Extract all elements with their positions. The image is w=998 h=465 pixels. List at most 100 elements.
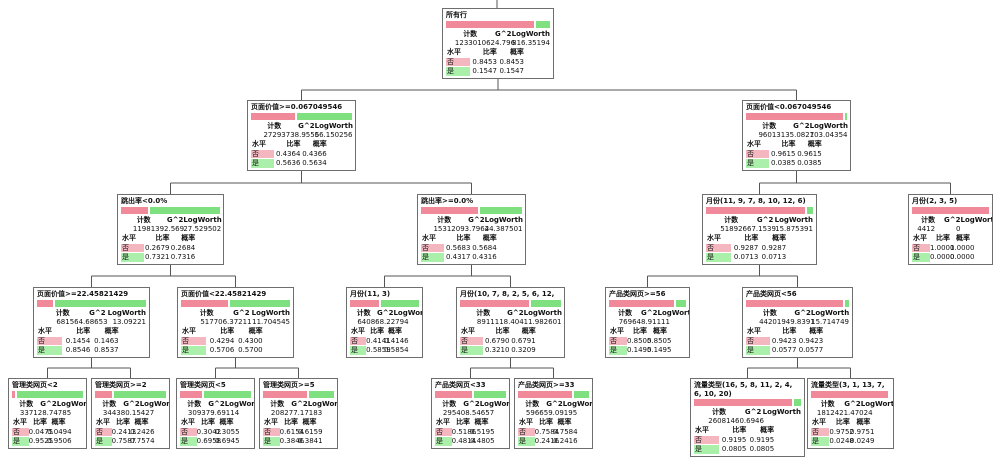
- count-label: 计数: [762, 309, 777, 317]
- g2-value: 1392.569: [150, 224, 185, 233]
- count-label: 计数: [267, 122, 282, 130]
- tree-node-n121[interactable]: 月份(11, 3)计数G^2LogWorth640868.22794水平比率概率…: [346, 287, 423, 358]
- rate-label: 比率: [220, 327, 235, 335]
- stats-header: 计数 G^2LogWorth: [350, 309, 422, 318]
- level-yes-label: 是: [446, 67, 470, 76]
- tree-node-n122[interactable]: 月份(10, 7, 8, 2, 5, 6, 12, 9) 计数 G^2LogWort…: [456, 287, 565, 358]
- tree-node-n1221[interactable]: 产品类网页<33计数G^2LogWorth295408.54657水平比率概率否…: [431, 378, 510, 449]
- prob-no-value: 0.0494: [47, 427, 72, 436]
- prob-label: 概率: [807, 140, 822, 148]
- prob-no-value: 0.3055: [215, 427, 240, 436]
- bar-segment-yes: [204, 391, 251, 398]
- prob-no-value: 0.9615: [797, 149, 822, 158]
- tree-node-n2[interactable]: 页面价值<0.067049546 计数 G^2 LogWorth 9601 3135.08…: [742, 100, 851, 171]
- bar-segment-yes: [807, 207, 813, 214]
- level-label: 水平: [181, 418, 195, 426]
- g2-value: 1949.8391: [776, 317, 815, 326]
- tree-node-n1112[interactable]: 管理类网页>=2计数G^2LogWorth344380.15427水平比率概率否…: [91, 378, 170, 449]
- tree-node-n1121[interactable]: 管理类网页<5计数G^2LogWorth309379.69114水平比率概率否0…: [176, 378, 255, 449]
- tree-node-n21[interactable]: 月份(11, 9, 7, 8, 10, 12, 6) 计数 G^2 LogWorth 5…: [702, 194, 817, 265]
- tree-node-n12[interactable]: 跳出率>=0.0% 计数 G^2 LogWorth 1531 2093.7964 24.38…: [417, 194, 526, 265]
- node-split-title: 页面价值<0.067049546: [746, 103, 832, 111]
- level-header: 水平 比率 概率: [811, 418, 890, 427]
- count-label: 计数: [19, 400, 34, 408]
- prob-label: 概率: [760, 426, 775, 434]
- g2-value: 706.37211: [213, 317, 252, 326]
- tree-node-root[interactable]: 所有行 计数 G^2 LogWorth 12330 10624.796 816.35194 水…: [442, 8, 554, 79]
- rate-label: 比率: [370, 327, 385, 335]
- tree-node-n2121[interactable]: 流量类型(16, 5, 8, 11, 2, 4, 6, 10, 20) 计数 G^2…: [690, 378, 805, 457]
- logworth-label: LogWorth: [484, 216, 523, 224]
- tree-node-n11[interactable]: 跳出率<0.0% 计数 G^2 LogWorth 1198 1392.569 27.5295…: [117, 194, 224, 265]
- tree-node-n2122[interactable]: 流量类型(3, 1, 13, 7, 14, 15)计数G^2LogWorth18…: [807, 378, 894, 449]
- tree-node-n211[interactable]: 产品类网页>=56计数G^2LogWorth769648.91111水平比率概率…: [605, 287, 690, 358]
- logworth-label: LogWorth: [860, 400, 894, 408]
- stats-values: 681 564.68653 13.09221: [37, 318, 146, 327]
- bar-segment-no: [121, 207, 148, 214]
- tree-node-n1222[interactable]: 产品类网页>=33计数G^2LogWorth596659.09195水平比率概率…: [514, 378, 593, 449]
- level-header: 水平 比率 概率: [12, 418, 83, 427]
- count-value: 1531: [433, 224, 452, 233]
- prob-label: 概率: [521, 327, 536, 335]
- logworth-value: [140, 409, 166, 418]
- prob-no-value: 0.1463: [94, 336, 119, 345]
- level-row-yes: 是 0.9525 0.9506: [12, 437, 83, 446]
- tree-node-n1111[interactable]: 管理类网页<2计数G^2LogWorth337128.74785水平比率概率否0…: [8, 378, 87, 449]
- prob-no-value: 0.2426: [130, 427, 155, 436]
- g2-label: G^2: [641, 309, 658, 317]
- level-no-label: 否: [37, 336, 62, 345]
- level-header: 水平 比率 概率: [460, 327, 561, 336]
- logworth-label: LogWorth: [657, 309, 690, 317]
- class-proportion-bar: [263, 391, 334, 398]
- bar-segment-yes: [114, 391, 166, 398]
- level-no-label: 否: [180, 427, 197, 436]
- stats-values: 517 706.37211 11.704545: [181, 318, 290, 327]
- count-value: 681: [56, 317, 70, 326]
- node-split-title: 跳出率<0.0%: [121, 197, 168, 205]
- bar-segment-no: [421, 207, 478, 214]
- prob-no-value: 0.8505: [646, 336, 672, 345]
- tree-node-n212[interactable]: 产品类网页<56 计数 G^2 LogWorth 4420 1949.8391 15.714…: [742, 287, 853, 358]
- rate-label: 比率: [539, 418, 554, 426]
- g2-label: G^2: [844, 400, 861, 408]
- level-no-label: 否: [95, 427, 112, 436]
- logworth-label: LogWorth: [523, 309, 562, 317]
- count-value: 12330: [454, 38, 478, 47]
- level-header: 水平 比率 概率: [446, 48, 550, 57]
- logworth-label: LogWorth: [224, 400, 255, 408]
- tree-node-n111[interactable]: 页面价值>=22.45821429 计数 G^2 LogWorth 681 564.686…: [33, 287, 150, 358]
- g2-value: 868.22794: [370, 317, 409, 326]
- logworth-label: LogWorth: [809, 122, 848, 130]
- bar-segment-no: [518, 391, 572, 398]
- level-row-no: 否 0.6790 0.6791: [460, 336, 561, 345]
- logworth-label: LogWorth: [56, 400, 87, 408]
- rate-no-value: 0.8453: [472, 57, 497, 66]
- tree-node-n112[interactable]: 页面价值<22.45821429 计数 G^2 LogWorth 517 706.3721…: [177, 287, 294, 358]
- g2-label: G^2: [298, 122, 315, 130]
- g2-label: G^2: [233, 309, 250, 317]
- g2-label: G^2: [546, 400, 563, 408]
- prob-no-value: 0.9423: [798, 336, 824, 345]
- tree-node-n22[interactable]: 月份(2, 3, 5)计数G^2LogWorth44120水平比率概率否1.00…: [908, 194, 993, 265]
- level-yes-label: 是: [912, 253, 930, 262]
- bar-segment-yes: [381, 300, 419, 307]
- class-proportion-bar: [609, 300, 686, 307]
- prob-yes-value: 0.0577: [798, 346, 824, 354]
- level-no-label: 否: [446, 57, 470, 66]
- prob-label: 概率: [955, 234, 970, 242]
- tree-node-n1122[interactable]: 管理类网页>=5计数G^2LogWorth208277.17183水平比率概率否…: [259, 378, 338, 449]
- level-yes-label: 是: [37, 346, 62, 355]
- level-row-no: 否 0.8453 0.8453: [446, 57, 550, 66]
- prob-label: 概率: [652, 327, 667, 335]
- g2-value: 3738.9556: [281, 130, 320, 139]
- prob-no-value: 0.9751: [849, 427, 875, 436]
- class-proportion-bar: [694, 399, 801, 406]
- level-no-label: 否: [518, 427, 535, 436]
- level-yes-label: 是: [694, 445, 719, 454]
- level-label: 水平: [264, 418, 278, 426]
- node-split-title: 所有行: [446, 11, 467, 19]
- level-row-no: 否 0.5186 0.5195: [435, 427, 506, 436]
- level-label: 水平: [747, 327, 761, 335]
- tree-node-n1[interactable]: 页面价值>=0.067049546 计数 G^2 LogWorth 2729 3738.9…: [247, 100, 356, 171]
- rate-yes-value: 0.3846: [279, 437, 305, 445]
